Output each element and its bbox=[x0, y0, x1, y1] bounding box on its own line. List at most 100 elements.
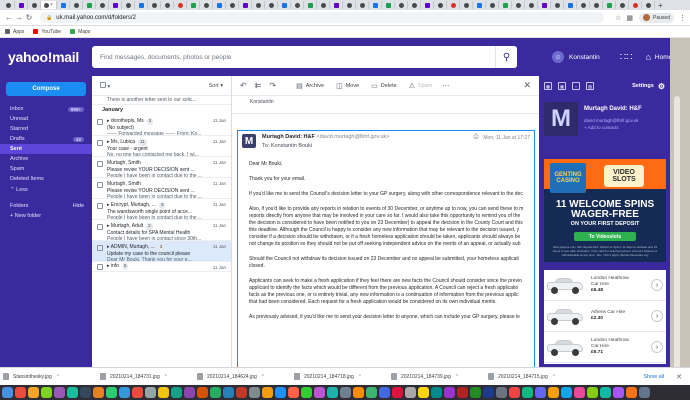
dock-app-icon[interactable] bbox=[210, 387, 221, 398]
casino-ad[interactable]: GENTING CASINO VIDEO SLOTS 11 WELCOME SP… bbox=[544, 159, 666, 262]
dock-app-icon[interactable] bbox=[379, 387, 390, 398]
home-button[interactable]: ⌂ Home bbox=[645, 52, 672, 62]
browser-tab[interactable] bbox=[590, 1, 603, 9]
car-hire-ad-item[interactable]: Athens Car Hire £2.30 › bbox=[544, 301, 666, 332]
dock-app-icon[interactable] bbox=[197, 387, 208, 398]
browser-tab[interactable] bbox=[564, 1, 577, 9]
print-icon[interactable]: ⎙ bbox=[474, 134, 479, 141]
add-to-contacts-link[interactable]: + Add to contacts bbox=[584, 125, 642, 130]
close-icon[interactable]: ✕ bbox=[676, 373, 682, 381]
bookmark-item[interactable]: Apps bbox=[5, 29, 24, 35]
sidebar-item-spam[interactable]: Spam bbox=[0, 164, 92, 174]
browser-tab[interactable] bbox=[213, 1, 226, 9]
sort-button[interactable]: Sort ▾ bbox=[209, 83, 223, 89]
apps-grid-icon[interactable]: ∷∷ bbox=[620, 52, 633, 63]
dock-app-icon[interactable] bbox=[418, 387, 429, 398]
row-checkbox[interactable] bbox=[97, 119, 103, 125]
dock-app-icon[interactable] bbox=[353, 387, 364, 398]
search-input[interactable]: Find messages, documents, photos or peop… bbox=[92, 46, 517, 68]
dock-app-icon[interactable] bbox=[522, 387, 533, 398]
download-item[interactable]: 20210214_184718.jpg ⌃ bbox=[294, 373, 391, 380]
chevron-up-icon[interactable]: ⌃ bbox=[261, 374, 265, 380]
browser-tab[interactable] bbox=[408, 1, 421, 9]
car-hire-ad-item[interactable]: London Heathrow Car Hire £6.48 › bbox=[544, 270, 666, 301]
dock-app-icon[interactable] bbox=[158, 387, 169, 398]
browser-tab[interactable] bbox=[304, 1, 317, 9]
contact-email[interactable]: david.murtagh@lbhf.gov.uk bbox=[584, 118, 642, 123]
row-checkbox[interactable] bbox=[97, 224, 103, 230]
contacts-icon[interactable]: ▩ bbox=[544, 82, 552, 90]
forward-icon[interactable]: ↷ bbox=[269, 81, 276, 90]
browser-tab[interactable] bbox=[265, 1, 278, 9]
dock-app-icon[interactable] bbox=[171, 387, 182, 398]
dock-app-icon[interactable] bbox=[587, 387, 598, 398]
dock-app-icon[interactable] bbox=[184, 387, 195, 398]
bookmark-item[interactable]: YouTube bbox=[33, 29, 61, 35]
browser-tab[interactable] bbox=[447, 1, 460, 9]
browser-tab[interactable] bbox=[369, 1, 382, 9]
browser-tab[interactable] bbox=[83, 1, 96, 9]
sidebar-item-drafts[interactable]: Drafts 42 bbox=[0, 134, 92, 144]
download-item[interactable]: 20210214_184739.jpg ⌃ bbox=[391, 373, 488, 380]
browser-tab[interactable] bbox=[57, 1, 70, 9]
scrollbar[interactable] bbox=[674, 96, 680, 386]
profile-button[interactable]: Paused bbox=[639, 12, 674, 23]
browser-tab[interactable] bbox=[473, 1, 486, 9]
yahoo-mail-logo[interactable]: yahoo!mail bbox=[0, 49, 92, 65]
sidebar-item-deleted-items[interactable]: Deleted Items bbox=[0, 174, 92, 184]
browser-tab[interactable] bbox=[109, 1, 122, 9]
dock-app-icon[interactable] bbox=[67, 387, 78, 398]
ad-cta-button[interactable]: To Videoslots bbox=[574, 232, 636, 241]
browser-tab[interactable] bbox=[161, 1, 174, 9]
chevron-right-icon[interactable]: › bbox=[651, 341, 663, 353]
delete-button[interactable]: ▭ Delete bbox=[371, 82, 397, 90]
dock-app-icon[interactable] bbox=[223, 387, 234, 398]
browser-tab[interactable] bbox=[2, 1, 15, 9]
forward-icon[interactable]: → bbox=[14, 13, 24, 22]
browser-tab[interactable] bbox=[629, 1, 642, 9]
reload-icon[interactable]: ↻ bbox=[24, 13, 34, 22]
bookmark-item[interactable]: Maps bbox=[70, 29, 90, 35]
dock-app-icon[interactable] bbox=[548, 387, 559, 398]
dock-app-icon[interactable] bbox=[54, 387, 65, 398]
list-item[interactable]: ▸ info 5 11 Jan bbox=[92, 262, 231, 272]
browser-tab[interactable] bbox=[343, 1, 356, 9]
browser-tab[interactable] bbox=[538, 1, 551, 9]
dock-app-icon[interactable] bbox=[275, 387, 286, 398]
dock-app-icon[interactable] bbox=[574, 387, 585, 398]
download-item[interactable]: 20210214_184715.jpg ⌃ bbox=[488, 373, 585, 380]
browser-tab[interactable] bbox=[499, 1, 512, 9]
dock-app-icon[interactable] bbox=[93, 387, 104, 398]
chevron-right-icon[interactable]: › bbox=[651, 279, 663, 291]
browser-tab[interactable] bbox=[525, 1, 538, 9]
dock-app-icon[interactable] bbox=[366, 387, 377, 398]
dock-app-icon[interactable] bbox=[80, 387, 91, 398]
browser-tab[interactable] bbox=[460, 1, 473, 9]
chevron-up-icon[interactable]: ⌃ bbox=[164, 374, 168, 380]
dock-app-icon[interactable] bbox=[509, 387, 520, 398]
dock-app-icon[interactable] bbox=[431, 387, 442, 398]
dock-app-icon[interactable] bbox=[444, 387, 455, 398]
browser-tab[interactable] bbox=[317, 1, 330, 9]
browser-tab[interactable] bbox=[278, 1, 291, 9]
chevron-up-icon[interactable]: ⌃ bbox=[552, 374, 556, 380]
browser-tab[interactable] bbox=[28, 1, 41, 9]
dock-app-icon[interactable] bbox=[405, 387, 416, 398]
dock-app-icon[interactable] bbox=[145, 387, 156, 398]
browser-tab[interactable] bbox=[200, 1, 213, 9]
user-menu[interactable]: ☺ Konstantin bbox=[552, 51, 600, 63]
dock-app-icon[interactable] bbox=[249, 387, 260, 398]
row-checkbox[interactable] bbox=[97, 203, 103, 209]
dock-app-icon[interactable] bbox=[457, 387, 468, 398]
bookmark-star-icon[interactable]: ☆ bbox=[615, 14, 621, 22]
dock-app-icon[interactable] bbox=[626, 387, 637, 398]
chevron-up-icon[interactable]: ⌃ bbox=[358, 374, 362, 380]
calendar-icon[interactable]: ▦ bbox=[558, 82, 566, 90]
table-row[interactable]: Murtagh, Smith Please revise YOUR DECISIO… bbox=[92, 178, 231, 199]
dock-app-icon[interactable] bbox=[262, 387, 273, 398]
chevron-right-icon[interactable]: › bbox=[651, 310, 663, 322]
download-item[interactable]: Stansinthesky.jpg ⌃ bbox=[3, 373, 100, 380]
dock-app-icon[interactable] bbox=[15, 387, 26, 398]
browser-tab[interactable] bbox=[148, 1, 161, 9]
browser-tab[interactable] bbox=[486, 1, 499, 9]
